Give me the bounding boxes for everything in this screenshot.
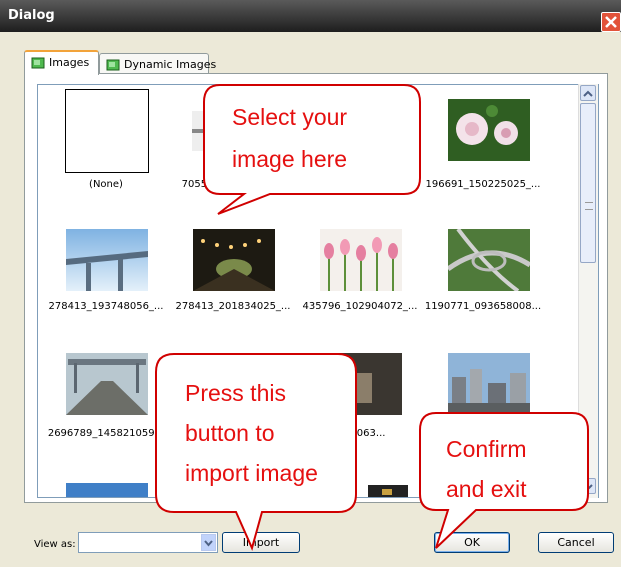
tab-images[interactable]: Images bbox=[24, 50, 99, 75]
callout-confirm-line2: and exit bbox=[446, 476, 527, 502]
callout-select-line2: image here bbox=[232, 146, 348, 172]
callout-select-line1: Select your bbox=[232, 104, 348, 130]
callout-confirm-line1: Confirm bbox=[446, 436, 527, 462]
callout-press-line2: button to bbox=[185, 420, 275, 446]
tab-label: Images bbox=[49, 56, 90, 69]
callout-press-line3: import image bbox=[185, 460, 318, 486]
image-icon bbox=[31, 57, 45, 69]
callout-press-line1: Press this bbox=[185, 380, 286, 406]
